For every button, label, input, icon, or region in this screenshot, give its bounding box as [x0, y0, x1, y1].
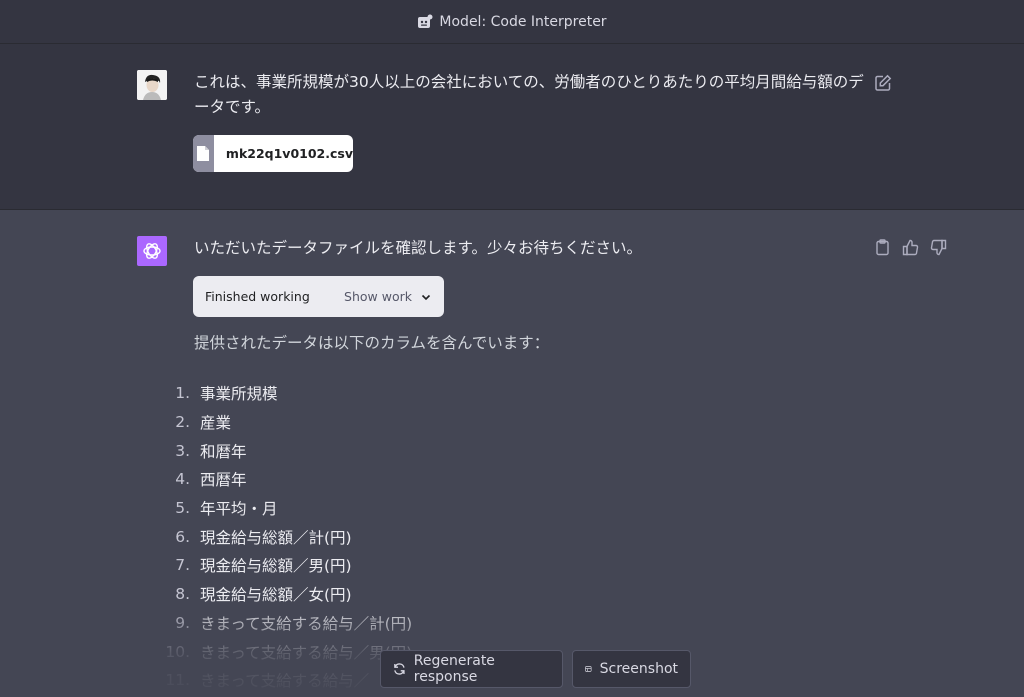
- code-interpreter-icon: [418, 14, 433, 28]
- column-list: 1. 事業所規模 2. 産業 3. 和暦年 4. 西暦年 5. 年平均・月 6. 現金給与総額／計(円…: [160, 379, 412, 695]
- top-bar: Model: Code Interpreter: [0, 0, 1024, 44]
- file-icon: [197, 146, 210, 161]
- column-list-number: 4.: [175, 470, 190, 489]
- column-list-label: 和暦年: [200, 442, 247, 461]
- column-list-item: 4. 西暦年: [160, 465, 412, 494]
- thumbs-down-icon[interactable]: [930, 239, 947, 256]
- screenshot-icon: [585, 666, 592, 672]
- column-list-number: 2.: [175, 413, 190, 432]
- chevron-down-icon: [421, 294, 431, 300]
- user-avatar: [137, 70, 167, 100]
- assistant-intro-text: いただいたデータファイルを確認します。少々お待ちください。: [194, 239, 642, 257]
- work-status: Finished working: [205, 289, 310, 304]
- refresh-icon: [394, 663, 405, 675]
- column-list-item: 9. きまって支給する給与／計(円): [160, 609, 412, 638]
- column-list-number: 8.: [175, 585, 190, 604]
- edit-icon[interactable]: [874, 74, 892, 92]
- assistant-message: いただいたデータファイルを確認します。少々お待ちください。 Finished w…: [0, 211, 1024, 697]
- column-list-label: きまって支給する給与／計(円): [200, 614, 413, 633]
- column-list-number: 5.: [175, 499, 190, 518]
- column-list-item: 5. 年平均・月: [160, 494, 412, 523]
- column-list-item: 3. 和暦年: [160, 436, 412, 465]
- column-list-label: 現金給与総額／計(円): [200, 528, 352, 547]
- column-list-number: 10.: [165, 642, 190, 661]
- model-label: Model: Code Interpreter: [439, 13, 607, 30]
- message-actions: [874, 239, 947, 256]
- column-list-label: 年平均・月: [200, 500, 278, 519]
- screenshot-label: Screenshot: [599, 661, 678, 677]
- show-work-toggle[interactable]: Show work: [344, 289, 432, 304]
- file-icon-box: [193, 135, 214, 172]
- finished-working-box[interactable]: Finished working Show work: [193, 276, 444, 317]
- column-list-item: 2. 産業: [160, 408, 412, 437]
- column-list-number: 7.: [175, 556, 190, 575]
- column-list-item: 6. 現金給与総額／計(円): [160, 522, 412, 551]
- openai-logo-icon: [143, 243, 161, 259]
- columns-intro-text: 提供されたデータは以下のカラムを含んでいます：: [194, 334, 550, 352]
- file-name: mk22q1v0102.csv: [225, 146, 353, 161]
- column-list-number: 6.: [175, 527, 190, 546]
- column-list-label: 産業: [200, 414, 232, 433]
- column-list-item: 7. 現金給与総額／男(円): [160, 551, 412, 580]
- column-list-number: 11.: [165, 671, 190, 690]
- column-list-item: 8. 現金給与総額／女(円): [160, 580, 412, 609]
- assistant-avatar: [137, 236, 167, 266]
- user-avatar-image: [137, 70, 167, 100]
- column-list-label: 現金給与総額／男(円): [200, 557, 352, 576]
- column-list-number: 9.: [175, 613, 190, 632]
- regenerate-label: Regenerate response: [413, 653, 495, 685]
- file-attachment[interactable]: mk22q1v0102.csv: [193, 135, 353, 172]
- column-list-label: 事業所規模: [200, 385, 278, 404]
- show-work-label: Show work: [344, 289, 412, 304]
- regenerate-response-button[interactable]: Regenerate response: [380, 650, 563, 688]
- column-list-number: 3.: [175, 441, 190, 460]
- user-message-text: これは、事業所規模が30人以上の会社においての、労働者のひとりあたりの平均月間給…: [194, 73, 864, 116]
- clipboard-icon[interactable]: [874, 239, 891, 256]
- user-message: これは、事業所規模が30人以上の会社においての、労働者のひとりあたりの平均月間給…: [0, 44, 1024, 210]
- column-list-number: 1.: [175, 384, 190, 403]
- column-list-item: 11. きまって支給する給与／: [160, 666, 412, 695]
- column-list-item: 1. 事業所規模: [160, 379, 412, 408]
- column-list-label: きまって支給する給与／: [200, 672, 370, 691]
- column-list-item: 10. きまって支給する給与／男(円): [160, 637, 412, 666]
- thumbs-up-icon[interactable]: [902, 239, 919, 256]
- column-list-label: 西暦年: [200, 471, 247, 490]
- column-list-label: 現金給与総額／女(円): [200, 586, 352, 605]
- screenshot-button[interactable]: Screenshot: [572, 650, 691, 688]
